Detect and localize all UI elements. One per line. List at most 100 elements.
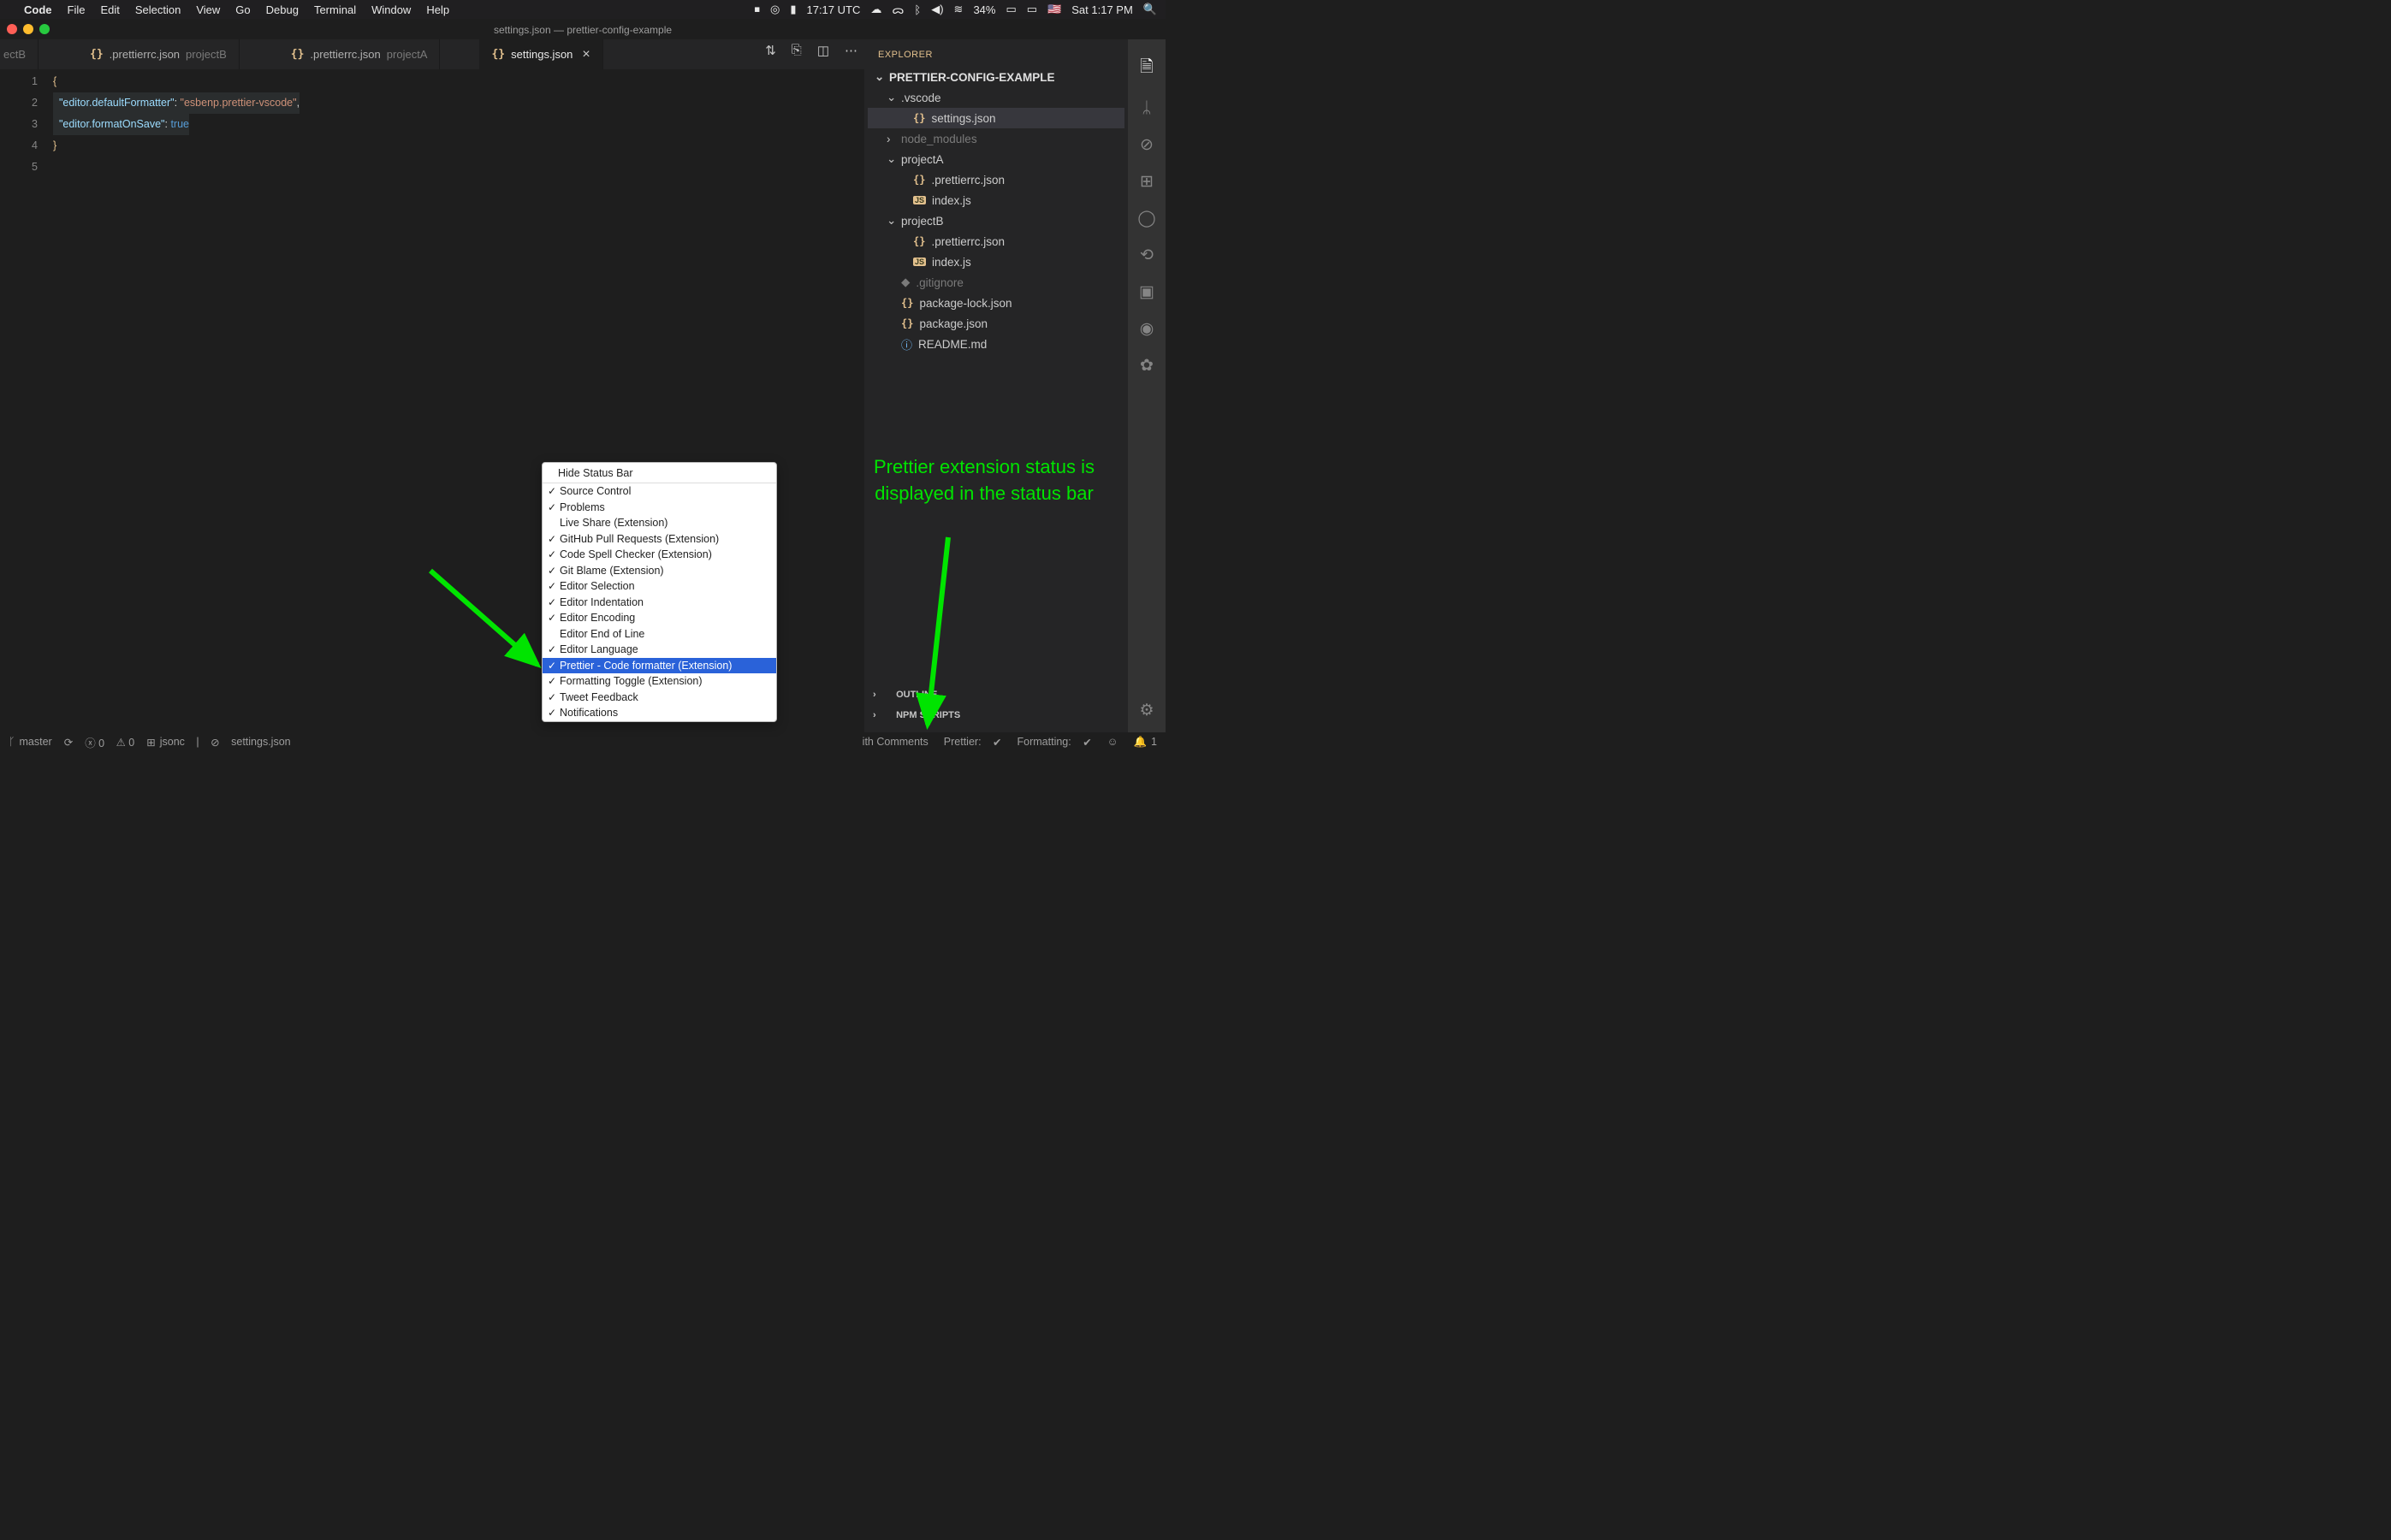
tree-row[interactable]: ◆.gitignore xyxy=(868,272,1124,293)
github-icon[interactable]: ◯ xyxy=(1137,209,1155,228)
menu-help[interactable]: Help xyxy=(426,3,449,16)
wifi-icon[interactable]: ≋ xyxy=(954,3,964,16)
context-menu-item[interactable]: ✓GitHub Pull Requests (Extension) xyxy=(543,531,776,548)
tab-partial[interactable]: ectB xyxy=(0,39,39,69)
tree-row[interactable]: ⌄projectB xyxy=(868,210,1124,231)
flag-icon[interactable]: 🇺🇸 xyxy=(1047,3,1061,16)
check-icon: ✓ xyxy=(548,533,560,545)
context-menu-item[interactable]: ✓Code Spell Checker (Extension) xyxy=(543,547,776,563)
context-menu-item[interactable]: ✓Source Control xyxy=(543,483,776,500)
menu-terminal[interactable]: Terminal xyxy=(314,3,356,16)
outline-section[interactable]: › OUTLINE xyxy=(864,684,1128,705)
context-menu-item[interactable]: ✓Editor Selection xyxy=(543,578,776,595)
battery-icon-menu[interactable]: ▮ xyxy=(790,3,796,16)
dropbox-icon[interactable]: ⏹ xyxy=(754,3,760,16)
check-icon: ✔︎ xyxy=(993,736,1001,749)
context-menu-item[interactable]: ✓Problems xyxy=(543,500,776,516)
source-control-icon[interactable]: ᛦ xyxy=(1142,99,1151,118)
files-icon[interactable]: 🗎 xyxy=(1140,55,1153,82)
notifications-status[interactable]: 🔔1 xyxy=(1133,736,1157,749)
info-icon: ⓘ xyxy=(901,336,912,352)
tab-settings-json[interactable]: {} settings.json × xyxy=(479,39,602,69)
file-type-status[interactable]: ith Comments xyxy=(863,736,929,748)
tab-prettierrc-projectb[interactable]: {} .prettierrc.json projectB xyxy=(78,39,240,69)
feedback-icon[interactable]: ☺ xyxy=(1107,736,1118,748)
open-changes-icon[interactable]: ⎘ xyxy=(792,43,802,58)
context-menu-label: GitHub Pull Requests (Extension) xyxy=(560,533,719,545)
menu-file[interactable]: File xyxy=(68,3,86,16)
context-menu-item[interactable]: Live Share (Extension) xyxy=(543,515,776,531)
display-icon[interactable]: ▭ xyxy=(1027,3,1037,16)
context-menu-item[interactable]: ✓Notifications xyxy=(543,705,776,721)
tree-icon[interactable]: ✿ xyxy=(1140,356,1154,376)
spotlight-icon[interactable]: 🔍 xyxy=(1143,3,1157,16)
cloud-icon[interactable]: ☁︎ xyxy=(870,3,881,16)
tree-row[interactable]: ›node_modules xyxy=(868,128,1124,149)
problems-status[interactable]: ⓧ 0 ⚠ 0 xyxy=(85,734,134,750)
prettier-status[interactable]: Prettier: ✔︎ xyxy=(944,736,1002,749)
clock-local[interactable]: Sat 1:17 PM xyxy=(1071,3,1133,16)
context-menu-item[interactable]: ✓Formatting Toggle (Extension) xyxy=(543,673,776,690)
tree-root[interactable]: ⌄PRETTIER-CONFIG-EXAMPLE xyxy=(868,67,1124,87)
volume-icon[interactable]: ◀︎) xyxy=(931,3,943,16)
status-icon[interactable]: ◎ xyxy=(770,3,780,16)
bookmark-icon[interactable]: ◉ xyxy=(1140,319,1154,339)
formatting-status[interactable]: Formatting: ✔︎ xyxy=(1018,736,1092,749)
extensions-icon[interactable]: ⊞ xyxy=(1140,172,1154,192)
json-icon: {} xyxy=(491,48,505,61)
chevron-icon: ⌄ xyxy=(887,214,895,228)
settings-gear-icon[interactable]: ⚙ xyxy=(1139,701,1154,720)
tree-label: node_modules xyxy=(901,133,977,145)
liveshare-icon[interactable]: ⟲ xyxy=(1140,246,1154,265)
tree-row[interactable]: {}.prettierrc.json xyxy=(868,169,1124,190)
battery-pct[interactable]: 34% xyxy=(973,3,995,16)
menu-window[interactable]: Window xyxy=(371,3,411,16)
context-menu-item[interactable]: ✓Git Blame (Extension) xyxy=(543,563,776,579)
battery-icon[interactable]: ▭ xyxy=(1006,3,1016,16)
docker-icon[interactable]: ▣ xyxy=(1139,282,1154,302)
context-menu-label: Git Blame (Extension) xyxy=(560,565,664,577)
context-menu-item[interactable]: ✓Prettier - Code formatter (Extension) xyxy=(543,658,776,674)
npm-scripts-section[interactable]: › NPM SCRIPTS xyxy=(864,705,1128,726)
tree-row[interactable]: ⌄.vscode xyxy=(868,87,1124,108)
tree-row[interactable]: {}package.json xyxy=(868,313,1124,334)
context-menu-item[interactable]: ✓Editor Indentation xyxy=(543,595,776,611)
context-menu-item[interactable]: ✓Editor Encoding xyxy=(543,610,776,626)
menu-selection[interactable]: Selection xyxy=(135,3,181,16)
menu-go[interactable]: Go xyxy=(235,3,250,16)
tree-row[interactable]: {}settings.json xyxy=(868,108,1124,128)
tree-row[interactable]: JSindex.js xyxy=(868,252,1124,272)
clock-utc[interactable]: 17:17 UTC xyxy=(806,3,860,16)
menu-view[interactable]: View xyxy=(196,3,220,16)
menu-debug[interactable]: Debug xyxy=(266,3,299,16)
more-actions-icon[interactable]: ⋯ xyxy=(845,43,857,58)
close-tab-icon[interactable]: × xyxy=(582,47,590,62)
tree-row[interactable]: {}package-lock.json xyxy=(868,293,1124,313)
menu-edit[interactable]: Edit xyxy=(100,3,119,16)
tree-row[interactable]: JSindex.js xyxy=(868,190,1124,210)
menu-app[interactable]: Code xyxy=(24,3,52,16)
context-menu-item[interactable]: ✓Tweet Feedback xyxy=(543,690,776,706)
tree-row[interactable]: {}.prettierrc.json xyxy=(868,231,1124,252)
language-status[interactable]: ⊞jsonc | ⊘ settings.json xyxy=(146,736,290,749)
context-menu-hide[interactable]: Hide Status Bar xyxy=(543,463,776,483)
tree-row[interactable]: ⌄projectA xyxy=(868,149,1124,169)
git-branch[interactable]: ᚴmaster xyxy=(9,736,52,748)
debug-icon[interactable]: ⊘ xyxy=(1140,135,1154,155)
branch-icon: ᚴ xyxy=(9,736,15,748)
json-icon: {} xyxy=(913,112,925,124)
context-menu-item[interactable]: ✓Editor Language xyxy=(543,642,776,658)
sync-icon[interactable]: ⟳ xyxy=(64,736,73,749)
bluetooth-icon[interactable]: ᛒ xyxy=(914,3,921,16)
compare-changes-icon[interactable]: ⇅ xyxy=(765,43,776,58)
context-menu-item[interactable]: Editor End of Line xyxy=(543,626,776,643)
tree-row[interactable]: ⓘREADME.md xyxy=(868,334,1124,354)
tab-prettierrc-projecta[interactable]: {} .prettierrc.json projectA xyxy=(279,39,441,69)
split-editor-icon[interactable]: ◫ xyxy=(817,43,829,58)
tree-label: .prettierrc.json xyxy=(931,174,1005,187)
mac-menubar: Code File Edit Selection View Go Debug T… xyxy=(0,0,1166,19)
context-menu-label: Code Spell Checker (Extension) xyxy=(560,548,712,560)
glasses-icon[interactable]: ᯅ xyxy=(892,2,904,17)
context-menu-label: Problems xyxy=(560,501,605,513)
chevron-icon: ⌄ xyxy=(887,91,895,104)
